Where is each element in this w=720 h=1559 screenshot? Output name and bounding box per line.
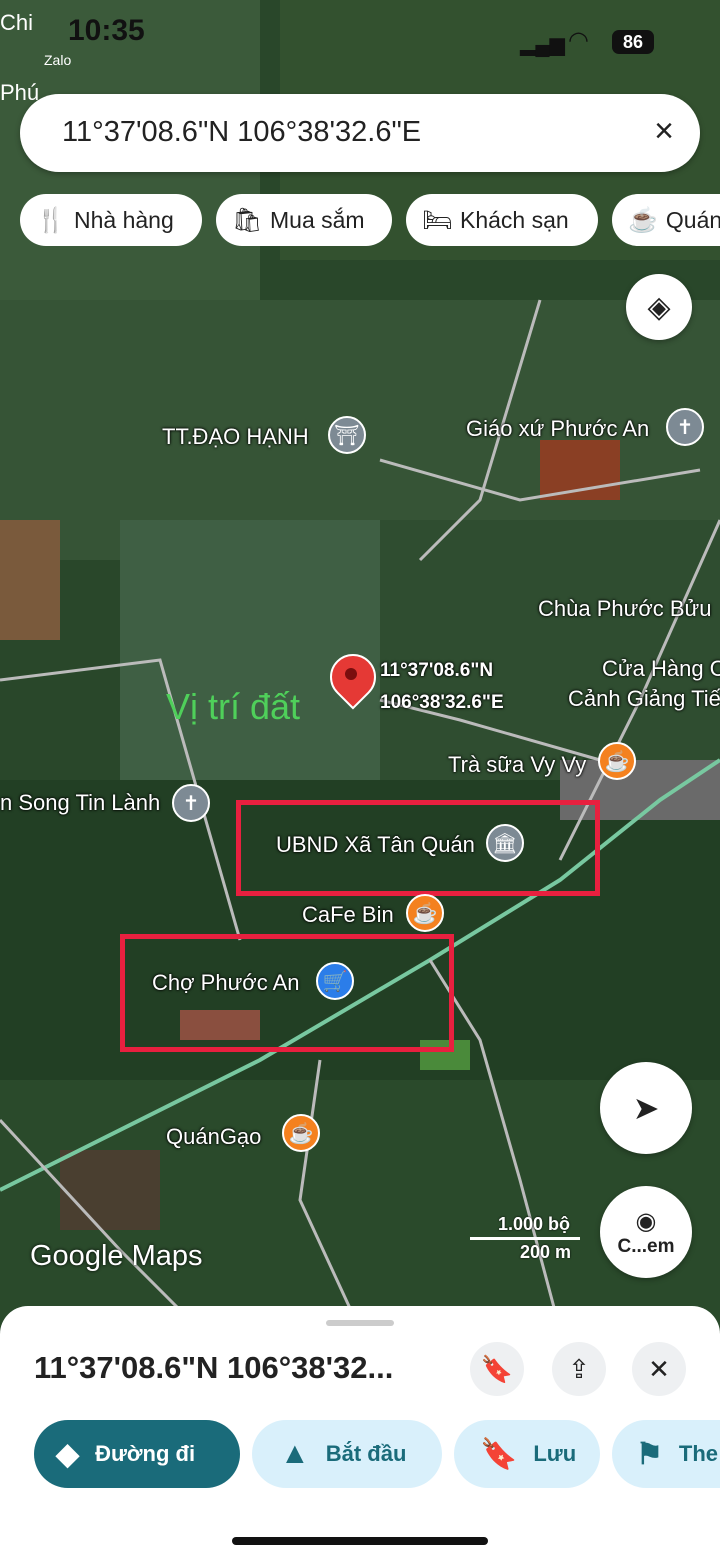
place-label-song-tin-lanh[interactable]: n Song Tin Lành — [0, 790, 160, 816]
place-label-cua-hang-2[interactable]: Cảnh Giảng Tiế — [568, 686, 720, 712]
shopping-cart-icon[interactable]: 🛒 — [316, 962, 354, 1000]
search-bar[interactable]: 11°37'08.6"N 106°38'32.6"E × — [20, 94, 700, 172]
pin-coord-lat: 11°37'08.6"N — [380, 660, 494, 681]
battery-icon: 86 — [612, 30, 654, 54]
place-label-cho[interactable]: Chợ Phước An — [152, 970, 300, 996]
chip-hotels[interactable]: 🛏 Khách sạn — [406, 194, 598, 246]
close-sheet-button[interactable]: ✕ — [632, 1342, 686, 1396]
shopping-bag-icon: 🛍 — [232, 206, 263, 234]
place-label-tt-dao-hanh[interactable]: TT.ĐẠO HẠNH — [162, 424, 309, 450]
chip-label: Khách sạn — [460, 206, 569, 233]
search-query[interactable]: 11°37'08.6"N 106°38'32.6"E — [62, 116, 421, 149]
place-label-ubnd[interactable]: UBND Xã Tân Quán — [276, 832, 475, 858]
flag-icon: ⚑ — [636, 1437, 663, 1471]
close-icon: ✕ — [648, 1353, 670, 1384]
directions-icon: ◆ — [56, 1437, 80, 1471]
map-bg-label-zalo: Zalo — [44, 52, 72, 68]
bookmark-icon: 🔖 — [480, 1437, 518, 1471]
place-label-giao-xu[interactable]: Giáo xứ Phước An — [466, 416, 649, 442]
home-indicator — [232, 1537, 488, 1545]
church-icon[interactable]: ✝ — [172, 784, 210, 822]
bookmark-icon: 🔖 — [480, 1353, 514, 1384]
place-label-cua-hang-1[interactable]: Cửa Hàng C — [602, 656, 720, 682]
cafe-pin-icon[interactable]: ☕ — [598, 742, 636, 780]
cafe-pin-icon[interactable]: ☕ — [282, 1114, 320, 1152]
save-bookmark-button[interactable]: 🔖 — [470, 1342, 524, 1396]
google-maps-logo: Google Maps — [30, 1240, 203, 1272]
signal-icon: ▂▄▆ — [520, 34, 565, 56]
navigation-arrow-icon: ▲ — [280, 1437, 310, 1470]
scale-bottom: 200 m — [520, 1242, 572, 1262]
place-title: 11°37'08.6"N 106°38'32... — [34, 1350, 394, 1385]
lens-label: C...em — [617, 1235, 675, 1257]
chip-label: Quán — [665, 206, 720, 233]
scale-bar — [470, 1237, 580, 1240]
restaurant-icon: 🍴 — [36, 206, 66, 234]
action-label: Lưu — [533, 1441, 577, 1466]
chip-label: Mua sắm — [270, 206, 365, 233]
bottom-sheet[interactable]: 11°37'08.6"N 106°38'32... 🔖 ⇪ ✕ ◆ Đường … — [0, 1306, 720, 1559]
place-label-cafe-bin[interactable]: CaFe Bin — [302, 902, 394, 928]
place-label-tra-sua[interactable]: Trà sữa Vy Vy — [448, 752, 586, 778]
government-building-icon[interactable]: 🏛 — [486, 824, 524, 862]
status-time: 10:35 — [68, 14, 145, 47]
map-scale: 1.000 bộ 200 m — [470, 1214, 580, 1263]
chip-label: Nhà hàng — [74, 206, 174, 233]
place-label-quan-gao[interactable]: QuánGạo — [166, 1124, 261, 1150]
chip-restaurants[interactable]: 🍴 Nhà hàng — [20, 194, 202, 246]
sheet-drag-handle[interactable] — [326, 1320, 394, 1326]
location-pin-dot — [345, 668, 357, 680]
action-label: Đường đi — [95, 1441, 196, 1466]
pin-coord-lng: 106°38'32.6"E — [380, 692, 504, 713]
lens-button[interactable]: ◉ C...em — [600, 1186, 692, 1278]
camera-icon: ◉ — [635, 1207, 657, 1235]
layers-icon: ◈ — [647, 290, 671, 324]
church-icon[interactable]: ✝ — [666, 408, 704, 446]
share-icon: ⇪ — [568, 1353, 590, 1384]
my-location-button[interactable]: ➤ — [600, 1062, 692, 1154]
vi-tri-dat-label: Vị trí đất — [166, 686, 301, 727]
wifi-icon: ◠ — [568, 27, 589, 54]
cafe-pin-icon[interactable]: ☕ — [406, 894, 444, 932]
directions-button[interactable]: ◆ Đường đi — [34, 1420, 240, 1488]
share-button[interactable]: ⇪ — [552, 1342, 606, 1396]
coffee-cup-icon: ☕ — [628, 206, 658, 234]
place-label-chua[interactable]: Chùa Phước Bửu — [538, 596, 712, 622]
navigation-arrow-icon: ➤ — [632, 1090, 660, 1126]
map-bg-label-chi: Chi — [0, 10, 34, 35]
category-chips: 🍴 Nhà hàng 🛍 Mua sắm 🛏 Khách sạn ☕ Quán — [20, 194, 720, 248]
hotel-bed-icon: 🛏 — [422, 206, 453, 234]
layers-button[interactable]: ◈ — [626, 274, 692, 340]
status-bar: Chi 10:35 Zalo Phú ▂▄▆ ◠ 86 — [0, 0, 720, 105]
chip-shopping[interactable]: 🛍 Mua sắm — [216, 194, 392, 246]
action-label: Bắt đầu — [325, 1441, 407, 1466]
temple-icon[interactable]: ⛩ — [328, 416, 366, 454]
close-icon[interactable]: × — [654, 112, 674, 151]
action-label: The — [678, 1441, 719, 1466]
label-button[interactable]: ⚑ The — [612, 1420, 720, 1488]
scale-top: 1.000 bộ — [498, 1214, 571, 1234]
save-button[interactable]: 🔖 Lưu — [454, 1420, 600, 1488]
chip-cafes[interactable]: ☕ Quán — [612, 194, 720, 246]
start-button[interactable]: ▲ Bắt đầu — [252, 1420, 442, 1488]
